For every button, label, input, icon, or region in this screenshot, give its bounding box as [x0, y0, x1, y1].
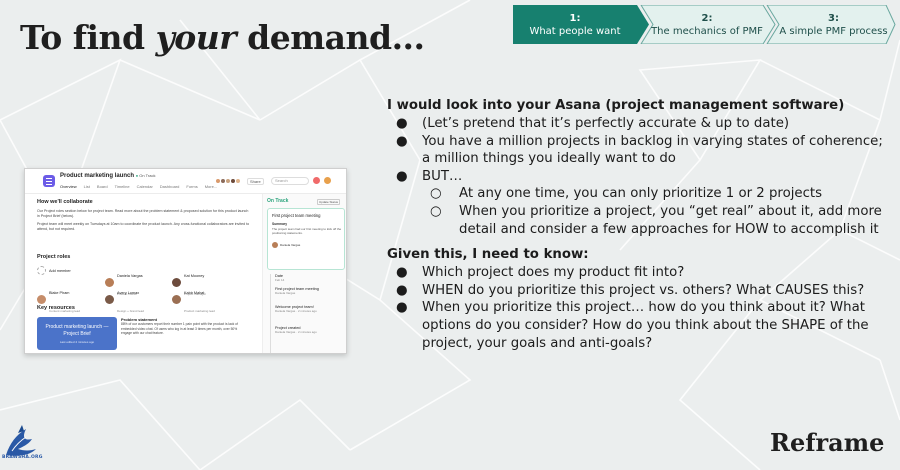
asana-roles: Project roles Add member Daniela Vargas P…	[37, 254, 252, 313]
process-step-2-number: 2:	[701, 12, 713, 24]
asana-timeline-item: First project team meeting Daniela Vargas	[275, 287, 319, 295]
asana-problem-statement: Problem statement 88% of our customers r…	[121, 317, 238, 336]
section-heading-need-to-know: Given this, I need to know:	[387, 247, 589, 263]
asana-collab-heading: How we'll collaborate	[37, 199, 93, 205]
list-item: ● When you prioritize this project… how d…	[396, 300, 869, 351]
process-step-1-number: 1:	[569, 12, 581, 24]
asana-screenshot: Product marketing launch ● On Track Over…	[24, 168, 347, 354]
asana-resources: Key resources Product marketing launch —…	[37, 305, 252, 350]
asana-timeline-item: Project created Daniela Vargas · 2 minute…	[275, 326, 317, 334]
process-step-3[interactable]: 3: A simple PMF process	[771, 5, 896, 44]
asana-member-avatars	[215, 178, 241, 184]
asana-bullet-list: ● (Let’s pretend that it’s perfectly accu…	[387, 115, 892, 238]
asana-tab: List	[83, 184, 90, 189]
list-item: ● (Let’s pretend that it’s perfectly accu…	[396, 116, 790, 131]
footer-label: Reframe	[770, 428, 885, 457]
asana-tab: Calendar	[136, 184, 153, 189]
asana-role: Kabir Mahat Product marketing lead	[172, 281, 215, 317]
asana-collab-text: Our Project roles section below for proj…	[37, 209, 249, 218]
title-emphasis: your	[155, 18, 237, 57]
asana-status-chip: On Track	[139, 173, 156, 178]
asana-resources-heading: Key resources	[37, 305, 75, 311]
asana-tab: Dashboard	[159, 184, 180, 189]
asana-menu-icon	[43, 175, 55, 187]
list-item: ● You have a million projects in backlog …	[396, 133, 883, 167]
process-step-3-label: A simple PMF process	[779, 25, 888, 37]
process-nav: 1: What people want 2: The mechanics of …	[513, 5, 896, 44]
list-item: ○ At any one time, you can only prioritiz…	[430, 186, 823, 202]
asana-status-card: First project team meeting Summary The p…	[267, 208, 345, 270]
asana-tab: Board	[96, 184, 108, 189]
asana-user-avatar	[324, 177, 331, 184]
list-item: ● BUT…	[396, 168, 463, 184]
logo-text: BRAWSHA.ORG	[2, 455, 43, 460]
process-step-2[interactable]: 2: The mechanics of PMF	[647, 5, 767, 44]
asana-tab: More...	[204, 184, 218, 189]
asana-timeline-item: Welcome project team! Daniela Vargas · 2 …	[275, 305, 317, 313]
asana-side-status: On Track	[267, 198, 289, 204]
slide-content: I would look into your Asana (project ma…	[387, 96, 892, 352]
asana-update-status-button: Update Status	[317, 199, 341, 205]
slide-title: To find your demand...	[20, 18, 425, 57]
asana-tab: Forms	[186, 184, 198, 189]
list-item: ● Which project does my product fit into?	[396, 265, 685, 281]
asana-role: Blake Pham Content marketing lead	[37, 281, 80, 317]
asana-brief-card: Product marketing launch — Project Brief…	[37, 317, 117, 350]
asana-project-title: Product marketing launch ● On Track	[60, 173, 156, 179]
asana-tab: Overview	[60, 184, 77, 189]
need-to-know-list: ● Which project does my product fit into?…	[387, 264, 892, 352]
asana-add-icon	[313, 177, 320, 184]
asana-share-button: Share	[247, 178, 264, 185]
asana-header: Product marketing launch ● On Track Over…	[25, 169, 346, 194]
list-item: ● WHEN do you prioritize this project vs.…	[396, 282, 865, 298]
section-heading-asana: I would look into your Asana (project ma…	[387, 98, 845, 113]
asana-role: Add member	[37, 266, 71, 275]
asana-tabs: Overview List Board Timeline Calendar Da…	[60, 184, 217, 189]
process-step-1[interactable]: 1: What people want	[513, 5, 637, 44]
process-step-3-number: 3:	[828, 12, 839, 24]
asana-roles-heading: Project roles	[37, 254, 71, 260]
asana-role: Avery Lomax Design + brand lead	[105, 281, 144, 317]
asana-timeline-item: Date Feb 14	[275, 274, 285, 282]
process-step-1-label: What people want	[529, 25, 621, 37]
asana-collab-text: Project team will meet weekly on Tuesday…	[37, 222, 250, 231]
list-item: ○ When you prioritize a project, you “get…	[430, 203, 882, 237]
asana-search-field: Search	[271, 177, 309, 185]
process-step-2-label: The mechanics of PMF	[651, 25, 763, 37]
asana-tab: Timeline	[114, 184, 130, 189]
asana-status-panel: On Track Update Status First project tea…	[262, 194, 346, 353]
asana-overview: How we'll collaborate Our Project roles …	[37, 199, 252, 350]
